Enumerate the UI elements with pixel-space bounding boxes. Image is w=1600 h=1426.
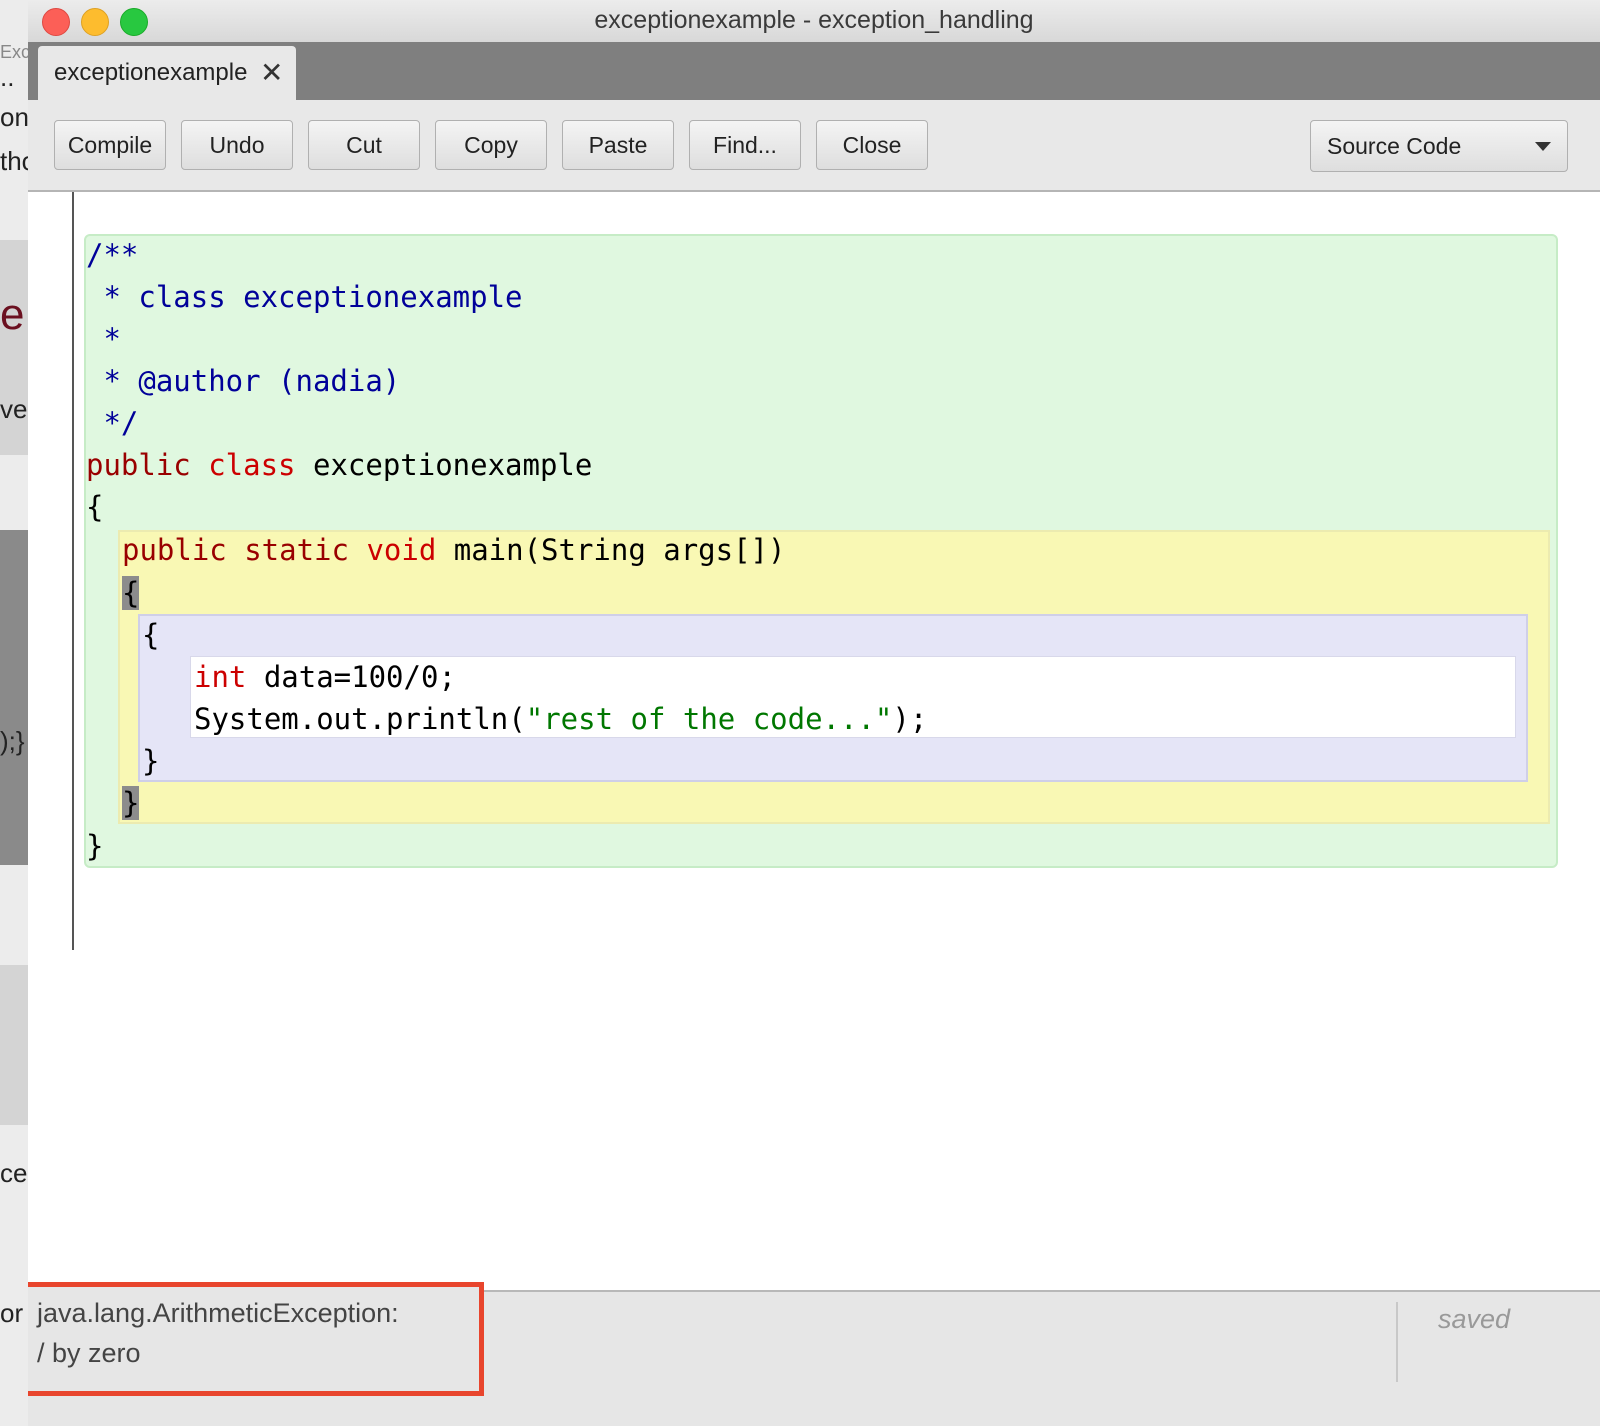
code-editor[interactable]: /** * class exceptionexample * * @author…	[28, 192, 1600, 1290]
saved-status: saved	[1438, 1304, 1511, 1334]
tab-label: exceptionexample	[54, 59, 248, 86]
undo-button[interactable]: Undo	[181, 120, 293, 170]
background-panel-dark	[0, 530, 30, 865]
background-text: ve	[0, 394, 28, 424]
code-line: int data=100/0;	[194, 656, 456, 698]
matched-brace: }	[122, 786, 140, 820]
code-line: System.out.println("rest of the code..."…	[194, 698, 927, 740]
chevron-down-icon	[1535, 142, 1551, 151]
close-button[interactable]: Close	[816, 120, 928, 170]
code-line: */	[86, 406, 139, 440]
keyword-token: void	[366, 533, 454, 567]
identifier-token: main(String args[])	[453, 533, 786, 567]
gutter-divider	[72, 192, 74, 950]
copy-button[interactable]: Copy	[435, 120, 547, 170]
find-button[interactable]: Find...	[689, 120, 801, 170]
background-text: on	[0, 102, 29, 132]
background-text: Exc	[0, 42, 30, 62]
error-message-line: java.lang.ArithmeticException:	[37, 1298, 399, 1328]
string-literal: "rest of the code..."	[525, 702, 893, 736]
compile-button[interactable]: Compile	[54, 120, 166, 170]
code-line: }	[142, 744, 160, 778]
background-panel	[0, 965, 30, 1125]
keyword-token: class	[208, 448, 313, 482]
paste-button[interactable]: Paste	[562, 120, 674, 170]
code-line: /**	[86, 238, 139, 272]
window-title: exceptionexample - exception_handling	[594, 6, 1034, 34]
code-line: {	[142, 618, 160, 652]
code-line: * @author (nadia)	[86, 364, 401, 398]
background-text: ce	[0, 1158, 28, 1188]
background-text: ..	[0, 62, 15, 92]
error-message: java.lang.ArithmeticException: / by zero	[37, 1293, 457, 1373]
title-bar[interactable]: exceptionexample - exception_handling	[28, 0, 1600, 43]
identifier-token: exceptionexample	[312, 448, 593, 482]
status-divider	[1396, 1302, 1398, 1382]
identifier-token: data=100/0;	[263, 660, 456, 694]
tab-exceptionexample[interactable]: exceptionexample ✕	[38, 46, 296, 100]
tab-close-icon[interactable]: ✕	[260, 56, 283, 89]
identifier-token: System.out.println(	[194, 702, 526, 736]
code-line: *	[86, 322, 121, 356]
code-line: }	[86, 829, 104, 863]
editor-window: exceptionexample - exception_handling ex…	[28, 0, 1600, 1426]
background-text: or	[0, 1298, 24, 1328]
error-message-box: java.lang.ArithmeticException: / by zero	[28, 1282, 484, 1396]
code-line: {	[122, 572, 140, 614]
error-message-line: / by zero	[37, 1338, 141, 1368]
background-text: tho	[0, 146, 30, 176]
keyword-token: public	[86, 448, 209, 482]
cut-button[interactable]: Cut	[308, 120, 420, 170]
matched-brace: {	[122, 576, 140, 610]
view-mode-select[interactable]: Source Code	[1310, 120, 1568, 172]
code-line: public static void main(String args[])	[122, 529, 785, 571]
tab-bar: exceptionexample ✕	[28, 42, 1600, 100]
code-line: }	[122, 782, 140, 824]
identifier-token: );	[892, 702, 928, 736]
keyword-token: int	[194, 660, 264, 694]
view-mode-label: Source Code	[1327, 133, 1462, 159]
code-line: {	[86, 490, 104, 524]
toolbar: Compile Undo Cut Copy Paste Find... Clos…	[28, 100, 1600, 192]
background-text: e	[0, 290, 25, 339]
code-line: public class exceptionexample	[86, 444, 592, 486]
background-window: Exc .. on tho e ve );} ce or	[0, 0, 30, 1426]
background-text: );}	[0, 726, 25, 756]
keyword-token: public static	[122, 533, 367, 567]
status-bar: java.lang.ArithmeticException: / by zero…	[28, 1282, 1600, 1426]
code-line: * class exceptionexample	[86, 280, 523, 314]
